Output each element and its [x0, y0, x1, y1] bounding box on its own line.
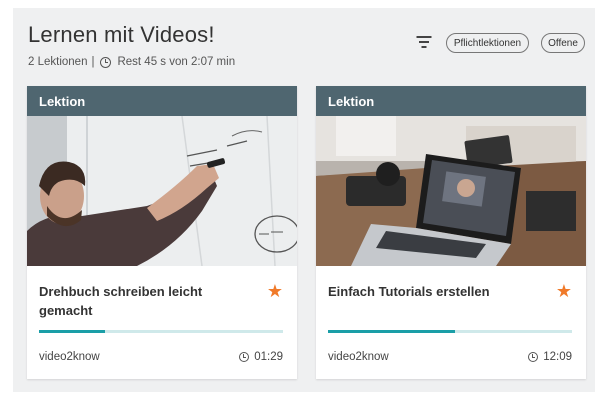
- card-label: Lektion: [316, 86, 586, 116]
- progress-bar: [39, 330, 283, 333]
- remaining-time: Rest 45 s von 2:07 min: [117, 56, 236, 68]
- card-label: Lektion: [27, 86, 297, 116]
- lesson-thumbnail[interactable]: [27, 116, 297, 266]
- laptop-photo: [316, 116, 586, 266]
- page-title: Lernen mit Videos!: [28, 22, 215, 47]
- filter-open-button[interactable]: Offene: [541, 33, 585, 53]
- lesson-count: 2 Lektionen: [28, 56, 88, 68]
- progress-fill: [39, 330, 105, 333]
- lesson-title[interactable]: Drehbuch schreiben leicht gemacht: [39, 282, 259, 320]
- progress-fill: [328, 330, 455, 333]
- lesson-title[interactable]: Einfach Tutorials erstellen: [328, 282, 548, 301]
- star-icon[interactable]: ★: [556, 282, 572, 300]
- duration-value: 01:29: [254, 351, 283, 363]
- lesson-card[interactable]: Lektion Drehbuch schreiben leicht gemach…: [27, 86, 297, 379]
- clock-icon: [100, 56, 112, 68]
- filter-icon[interactable]: [416, 36, 432, 48]
- lesson-thumbnail[interactable]: [316, 116, 586, 266]
- whiteboard-photo: [27, 116, 297, 266]
- clock-icon: [239, 352, 250, 362]
- summary-separator: |: [91, 56, 95, 68]
- clock-icon: [528, 352, 539, 362]
- author-name: video2know: [39, 351, 100, 363]
- filter-required-button[interactable]: Pflichtlektionen: [446, 33, 529, 53]
- duration-value: 12:09: [543, 351, 572, 363]
- star-icon[interactable]: ★: [267, 282, 283, 300]
- lesson-summary: 2 Lektionen | Rest 45 s von 2:07 min: [28, 56, 235, 68]
- lesson-card[interactable]: Lektion Einfach Tutorials erstellen ★ vi…: [316, 86, 586, 379]
- lesson-duration: 01:29: [237, 351, 283, 363]
- lesson-duration: 12:09: [526, 351, 572, 363]
- progress-bar: [328, 330, 572, 333]
- author-name: video2know: [328, 351, 389, 363]
